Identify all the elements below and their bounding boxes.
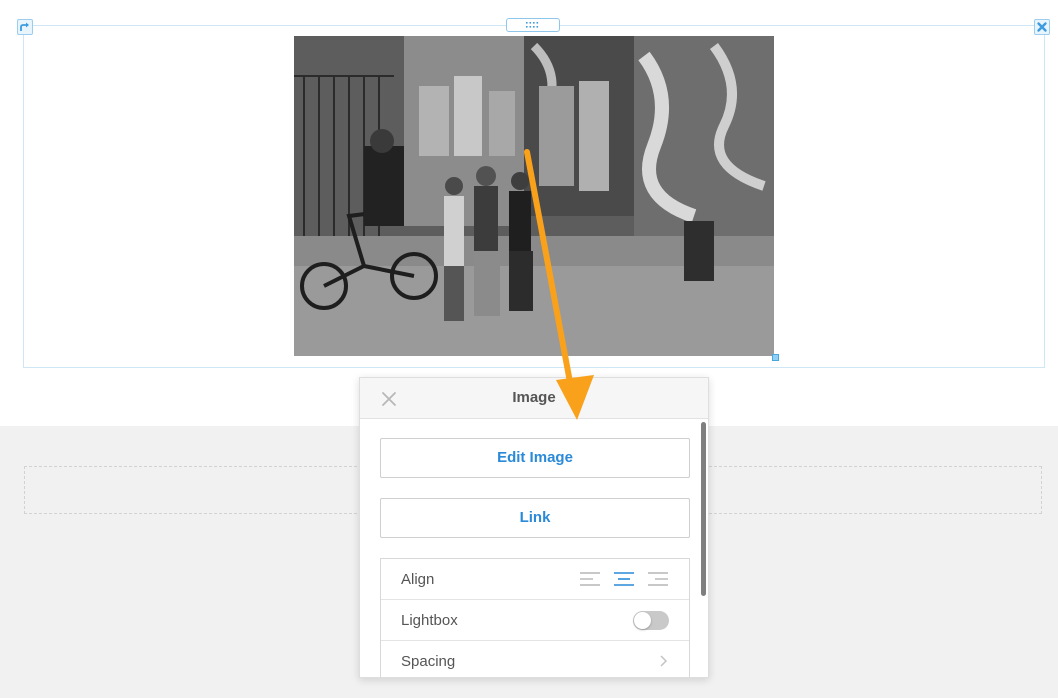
setting-row-spacing[interactable]: Spacing	[381, 641, 689, 677]
image-settings-list: Align Lightbox Spacing	[380, 558, 690, 677]
align-right-icon	[648, 572, 668, 586]
remove-block-button[interactable]	[1034, 19, 1050, 35]
image-resize-handle[interactable]	[772, 354, 779, 361]
panel-header: Image	[360, 378, 708, 419]
chevron-right-icon	[660, 655, 668, 667]
setting-row-align: Align	[381, 559, 689, 600]
align-left-icon	[580, 572, 600, 586]
arrow-turn-right-icon	[20, 22, 29, 31]
close-x-icon	[1037, 22, 1047, 32]
link-button[interactable]: Link	[380, 498, 690, 538]
image-settings-panel: Image Edit Image Link Align Lightbox Spa…	[359, 377, 709, 678]
move-block-button[interactable]	[17, 19, 33, 35]
lightbox-toggle[interactable]	[633, 611, 669, 630]
lightbox-label: Lightbox	[401, 612, 458, 629]
edit-image-button[interactable]: Edit Image	[380, 438, 690, 478]
toggle-knob	[634, 612, 651, 629]
align-center-option[interactable]	[613, 571, 635, 587]
align-label: Align	[401, 571, 435, 588]
drag-handle[interactable]	[506, 18, 560, 32]
grip-dots-icon	[526, 22, 539, 28]
panel-title: Image	[512, 389, 556, 406]
panel-scrollbar-thumb[interactable]	[701, 422, 706, 596]
align-center-icon	[614, 572, 634, 586]
align-left-option[interactable]	[579, 571, 601, 587]
street-photo-image[interactable]	[294, 36, 774, 356]
align-right-option[interactable]	[647, 571, 669, 587]
spacing-label: Spacing	[401, 653, 456, 670]
street-photo-graphic	[294, 36, 774, 356]
setting-row-lightbox: Lightbox	[381, 600, 689, 641]
